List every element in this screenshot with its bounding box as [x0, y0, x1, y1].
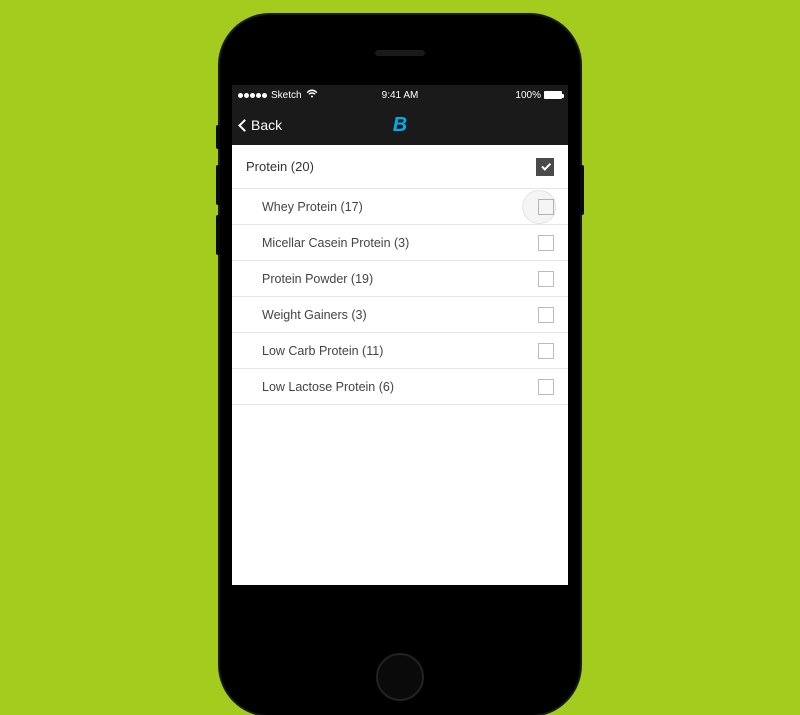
filter-row-child[interactable]: Low Lactose Protein (6)	[232, 369, 568, 405]
home-button[interactable]	[376, 653, 424, 701]
filter-parent-label: Protein (20)	[246, 159, 314, 174]
filter-child-label: Whey Protein (17)	[262, 200, 363, 214]
chevron-left-icon	[238, 119, 251, 132]
status-bar: Sketch 9:41 AM 100%	[232, 85, 568, 105]
touch-indicator	[522, 190, 556, 224]
filter-child-label: Weight Gainers (3)	[262, 308, 367, 322]
phone-mute-switch	[216, 125, 220, 149]
filter-row-child[interactable]: Whey Protein (17)	[232, 189, 568, 225]
carrier-label: Sketch	[271, 90, 302, 101]
filter-child-label: Low Carb Protein (11)	[262, 344, 383, 358]
phone-power-button	[580, 165, 584, 215]
checkbox[interactable]	[538, 271, 554, 287]
clock: 9:41 AM	[382, 90, 419, 101]
battery-icon	[544, 91, 562, 99]
status-right: 100%	[515, 90, 562, 101]
filter-row-parent[interactable]: Protein (20)	[232, 145, 568, 189]
filter-row-child[interactable]: Protein Powder (19)	[232, 261, 568, 297]
screen: Sketch 9:41 AM 100% Back B Protein (20)	[232, 85, 568, 585]
filter-child-label: Micellar Casein Protein (3)	[262, 236, 409, 250]
status-left: Sketch	[238, 89, 318, 101]
phone-speaker	[375, 50, 425, 56]
brand-logo: B	[393, 114, 407, 137]
filter-row-child[interactable]: Weight Gainers (3)	[232, 297, 568, 333]
battery-pct: 100%	[515, 90, 541, 101]
checkbox[interactable]	[536, 158, 554, 176]
filter-child-label: Low Lactose Protein (6)	[262, 380, 394, 394]
nav-bar: Back B	[232, 105, 568, 145]
checkbox[interactable]	[538, 343, 554, 359]
phone-volume-up	[216, 165, 220, 205]
phone-frame: Sketch 9:41 AM 100% Back B Protein (20)	[220, 15, 580, 715]
checkbox[interactable]	[538, 235, 554, 251]
wifi-icon	[306, 89, 318, 101]
filter-row-child[interactable]: Micellar Casein Protein (3)	[232, 225, 568, 261]
checkmark-icon	[541, 161, 551, 171]
back-label: Back	[251, 117, 282, 133]
checkbox[interactable]	[538, 379, 554, 395]
back-button[interactable]: Back	[240, 117, 282, 133]
signal-icon	[238, 93, 267, 98]
filter-row-child[interactable]: Low Carb Protein (11)	[232, 333, 568, 369]
filter-list: Protein (20) Whey Protein (17) Micellar …	[232, 145, 568, 405]
phone-volume-down	[216, 215, 220, 255]
checkbox[interactable]	[538, 307, 554, 323]
filter-child-label: Protein Powder (19)	[262, 272, 373, 286]
